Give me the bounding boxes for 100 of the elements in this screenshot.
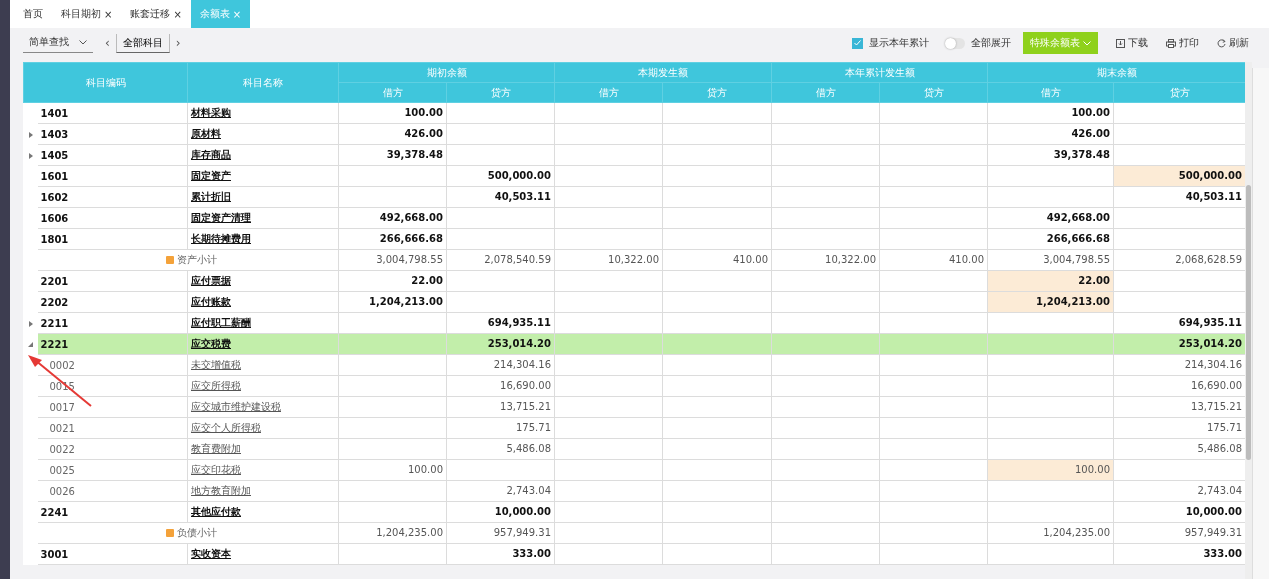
account-link[interactable]: 应付职工薪酬 <box>191 317 251 328</box>
table-cell: 500,000.00 <box>446 165 555 187</box>
account-link[interactable]: 地方教育附加 <box>191 485 251 496</box>
account-link[interactable]: 应交印花税 <box>191 464 241 475</box>
table-cell: 410.00 <box>662 249 772 271</box>
subtotal-label: 负债小计 <box>165 526 217 540</box>
account-code: 1401 <box>39 107 69 119</box>
account-link[interactable]: 原材料 <box>191 128 221 139</box>
chevron-down-icon <box>1083 40 1091 46</box>
account-code: 1606 <box>39 212 69 224</box>
table-cell: 40,503.11 <box>446 186 555 208</box>
refresh-button[interactable]: 刷新 <box>1211 36 1255 50</box>
account-link[interactable]: 应付账款 <box>191 296 231 307</box>
account-link[interactable]: 材料采购 <box>191 107 231 118</box>
table-cell: 266,666.68 <box>987 228 1114 250</box>
account-code: 2202 <box>39 296 69 308</box>
column-header: 本年累计发生额 <box>771 62 988 83</box>
table-cell: 175.71 <box>446 417 555 439</box>
account-code: 1405 <box>39 149 69 161</box>
table-cell: 5,486.08 <box>446 438 555 460</box>
refresh-icon <box>1217 38 1226 48</box>
chevron-down-icon <box>79 39 87 45</box>
table-cell: 2,743.04 <box>446 480 555 502</box>
account-code: 1602 <box>39 191 69 203</box>
account-link[interactable]: 应交税费 <box>191 338 231 349</box>
table-cell: 100.00 <box>338 459 447 481</box>
account-link[interactable]: 实收资本 <box>191 548 231 559</box>
table-cell: 694,935.11 <box>446 312 555 334</box>
table-cell: 1,204,235.00 <box>987 522 1114 544</box>
close-icon[interactable]: × <box>104 8 113 20</box>
toggle-label: 全部展开 <box>971 36 1011 50</box>
account-code: 0002 <box>48 359 75 371</box>
caret-icon[interactable] <box>28 342 33 347</box>
table-cell: 253,014.20 <box>446 333 555 355</box>
table-cell: 3,004,798.55 <box>338 249 447 271</box>
account-link[interactable]: 累计折旧 <box>191 191 231 202</box>
account-link[interactable]: 未交增值税 <box>191 359 241 370</box>
table-cell: 492,668.00 <box>987 207 1114 229</box>
column-header: 科目名称 <box>187 62 339 103</box>
account-link[interactable]: 固定资产 <box>191 170 231 181</box>
account-link[interactable]: 长期待摊费用 <box>191 233 251 244</box>
subtotal-label: 资产小计 <box>165 253 217 267</box>
close-icon[interactable]: × <box>173 8 182 20</box>
table-cell: 1,204,235.00 <box>338 522 447 544</box>
caret-icon[interactable] <box>28 131 33 138</box>
table-cell: 410.00 <box>879 249 988 271</box>
tab[interactable]: 账套迁移 × <box>121 0 191 28</box>
tab[interactable]: 首页 <box>14 0 52 28</box>
download-icon <box>1116 38 1125 48</box>
table-cell: 16,690.00 <box>446 375 555 397</box>
caret-icon[interactable] <box>28 320 33 327</box>
account-code: 2201 <box>39 275 69 287</box>
account-code: 2241 <box>39 506 69 518</box>
account-code: 0017 <box>48 401 75 413</box>
account-code: 0026 <box>48 485 75 497</box>
table-cell: 39,378.48 <box>987 144 1114 166</box>
table-cell: 39,378.48 <box>338 144 447 166</box>
column-header: 本期发生额 <box>554 62 772 83</box>
account-link[interactable]: 应交个人所得税 <box>191 422 261 433</box>
checkbox-label: 显示本年累计 <box>869 36 929 50</box>
previous-button[interactable]: ‹ <box>105 36 110 50</box>
printer-icon <box>1166 38 1176 48</box>
account-link[interactable]: 应交所得税 <box>191 380 241 391</box>
checkbox[interactable] <box>852 37 863 49</box>
account-code: 0022 <box>48 443 75 455</box>
column-header: 期初余额 <box>338 62 555 83</box>
account-link[interactable]: 其他应付款 <box>191 506 241 517</box>
account-code: 1801 <box>39 233 69 245</box>
column-header: 科目编码 <box>23 62 188 103</box>
search-mode-dropdown[interactable]: 简单查找 <box>23 33 93 53</box>
account-link[interactable]: 教育费附加 <box>191 443 241 454</box>
table-cell: 426.00 <box>987 123 1114 145</box>
table-cell: 266,666.68 <box>338 228 447 250</box>
table-cell: 10,322.00 <box>771 249 880 271</box>
table-cell: 3,004,798.55 <box>987 249 1114 271</box>
scrollbar[interactable] <box>1245 62 1252 579</box>
account-code: 2221 <box>39 338 69 350</box>
table-cell: 1,204,213.00 <box>338 291 447 313</box>
print-button[interactable]: 打印 <box>1160 36 1205 50</box>
download-button[interactable]: 下载 <box>1110 36 1154 50</box>
toggle-switch[interactable] <box>945 37 965 49</box>
caret-icon[interactable] <box>28 152 33 159</box>
account-link[interactable]: 固定资产清理 <box>191 212 251 223</box>
table-cell: 492,668.00 <box>338 207 447 229</box>
account-link[interactable]: 应交城市维护建设税 <box>191 401 281 412</box>
table-cell: 100.00 <box>987 102 1114 124</box>
subject-filter-button[interactable]: 全部科目 <box>115 33 170 53</box>
next-button[interactable]: › <box>175 36 181 50</box>
account-link[interactable]: 应付票据 <box>191 275 231 286</box>
table-cell: 957,949.31 <box>446 522 555 544</box>
tab[interactable]: 科目期初 × <box>52 0 122 28</box>
table-cell: 22.00 <box>338 270 447 292</box>
account-code: 2211 <box>39 317 69 329</box>
table-cell: 2,078,540.59 <box>446 249 555 271</box>
account-link[interactable]: 库存商品 <box>191 149 231 160</box>
table-cell: 10,322.00 <box>554 249 663 271</box>
account-code: 0021 <box>48 422 75 434</box>
table-cell: 10,000.00 <box>446 501 555 523</box>
account-code: 1601 <box>39 170 69 182</box>
table-cell: 426.00 <box>338 123 447 145</box>
